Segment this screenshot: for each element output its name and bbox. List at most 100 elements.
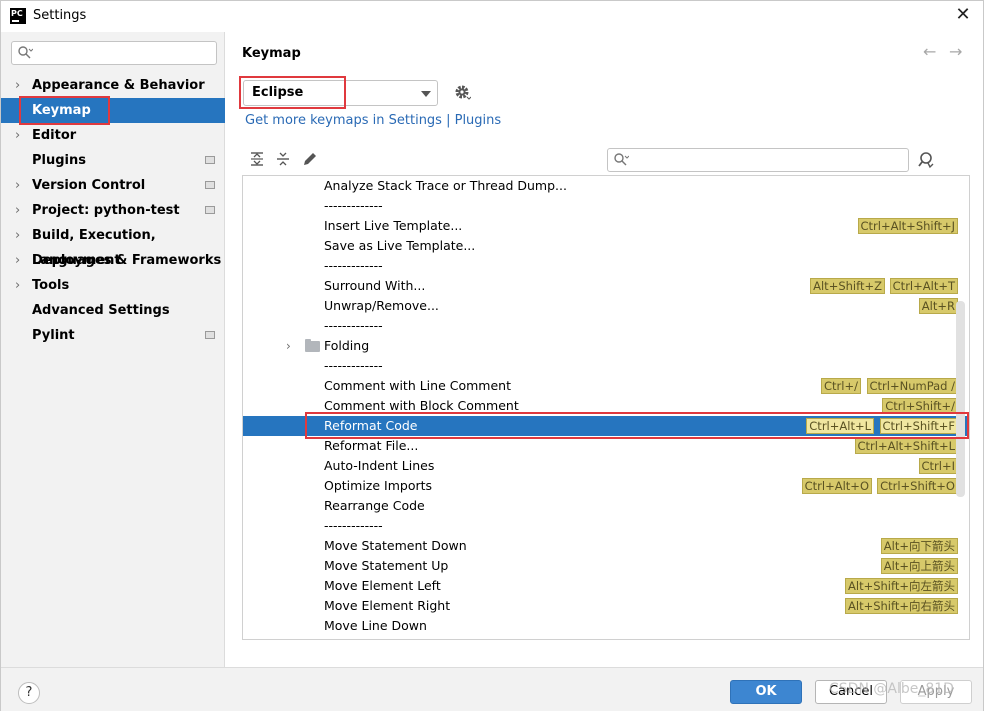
back-arrow-icon[interactable]: ←	[923, 42, 936, 61]
action-row[interactable]: -------------	[243, 516, 969, 536]
chevron-right-icon[interactable]: ›	[15, 198, 20, 223]
help-button[interactable]: ?	[18, 682, 40, 704]
action-row[interactable]: Move Element Right Alt+Shift+向右箭头	[243, 596, 969, 616]
sidebar-item-label: Version Control	[32, 178, 146, 193]
action-label: -------------	[324, 258, 383, 273]
action-row[interactable]: Comment with Line Comment Ctrl+NumPad / Ct…	[243, 376, 969, 396]
tree-folder-row[interactable]: › Folding	[243, 336, 969, 356]
action-row[interactable]: Move Statement Down Alt+向下箭头	[243, 536, 969, 556]
action-row[interactable]: -------------	[243, 356, 969, 376]
keymap-search-input[interactable]	[607, 148, 909, 172]
shortcut-badge: Alt+向下箭头	[880, 538, 958, 554]
action-label: Optimize Imports	[324, 478, 433, 493]
close-icon[interactable]: ✕	[952, 4, 974, 26]
sidebar-item-plugins[interactable]: Plugins	[1, 148, 225, 173]
settings-sidebar: › Appearance & Behavior Keymap › Editor Plugi…	[1, 32, 225, 667]
sidebar-item-label: Tools	[32, 278, 70, 293]
sidebar-item-version-control[interactable]: › Version Control	[1, 173, 225, 198]
action-label: Move Statement Up	[324, 558, 449, 573]
action-row[interactable]: Analyze Stack Trace or Thread Dump...	[243, 176, 969, 196]
pycharm-icon: PC	[10, 8, 26, 24]
chevron-right-icon[interactable]: ›	[15, 173, 20, 198]
chevron-right-icon[interactable]: ›	[15, 123, 20, 148]
shortcut-badge: Ctrl+I	[918, 458, 958, 474]
project-level-icon	[205, 156, 215, 164]
edit-shortcut-icon[interactable]	[301, 150, 319, 168]
sidebar-item-project-python-test[interactable]: › Project: python-test	[1, 198, 225, 223]
chevron-right-icon[interactable]: ›	[15, 73, 20, 98]
get-more-keymaps-link[interactable]: Get more keymaps in Settings | Plugins	[245, 113, 501, 128]
action-row[interactable]: Save as Live Template...	[243, 236, 969, 256]
sidebar-item-editor[interactable]: › Editor	[1, 123, 225, 148]
eclipse-highlight-box	[239, 76, 346, 109]
expand-all-icon[interactable]	[248, 150, 266, 168]
action-row[interactable]: -------------	[243, 316, 969, 336]
sidebar-item-label: Languages & Frameworks	[32, 253, 222, 268]
action-label: Analyze Stack Trace or Thread Dump...	[324, 178, 567, 193]
vertical-scrollbar[interactable]	[956, 301, 965, 497]
shortcut-badge: Ctrl+Alt+O	[801, 478, 872, 494]
sidebar-item-pylint[interactable]: Pylint	[1, 323, 225, 348]
chevron-right-icon[interactable]: ›	[286, 336, 291, 356]
action-row[interactable]: Optimize Imports Ctrl+Shift+O Ctrl+Alt+O	[243, 476, 969, 496]
action-label: Rearrange Code	[324, 498, 425, 513]
shortcut-badge: Alt+Shift+向左箭头	[845, 578, 958, 594]
action-label: -------------	[324, 358, 383, 373]
action-label: Folding	[324, 338, 370, 353]
action-label: -------------	[324, 318, 383, 333]
action-row[interactable]: Move Element Left Alt+Shift+向左箭头	[243, 576, 969, 596]
action-row[interactable]: Auto-Indent Lines Ctrl+I	[243, 456, 969, 476]
sidebar-item-tools[interactable]: › Tools	[1, 273, 225, 298]
shortcut-badge: Ctrl+/	[821, 378, 861, 394]
keymap-actions-tree[interactable]: Analyze Stack Trace or Thread Dump... ---…	[242, 175, 970, 640]
action-row[interactable]: Surround With... Ctrl+Alt+T Alt+Shift+Z	[243, 276, 969, 296]
watermark: CSDN @Albe_81D	[829, 681, 954, 697]
action-row[interactable]: -------------	[243, 256, 969, 276]
find-by-shortcut-icon[interactable]	[917, 150, 937, 170]
action-label: Move Line Down	[324, 618, 427, 633]
chevron-right-icon[interactable]: ›	[15, 248, 20, 273]
action-row[interactable]: Rearrange Code	[243, 496, 969, 516]
sidebar-item-build-execution-deployment[interactable]: › Build, Execution, Deployment	[1, 223, 225, 268]
sidebar-item-label: Pylint	[32, 328, 75, 343]
sidebar-item-advanced-settings[interactable]: Advanced Settings	[1, 298, 225, 323]
ok-button[interactable]: OK	[730, 680, 802, 704]
action-row[interactable]: Move Line Down	[243, 616, 969, 636]
action-row[interactable]: Move Statement Up Alt+向上箭头	[243, 556, 969, 576]
shortcut-badge: Alt+Shift+Z	[810, 278, 885, 294]
action-label: Save as Live Template...	[324, 238, 476, 253]
shortcut-badge: Ctrl+Alt+Shift+J	[857, 218, 958, 234]
shortcut-badge: Ctrl+Alt+Shift+L	[854, 438, 958, 454]
project-level-icon	[205, 331, 215, 339]
action-row[interactable]: Insert Live Template... Ctrl+Alt+Shift+J	[243, 216, 969, 236]
action-row[interactable]: -------------	[243, 196, 969, 216]
page-title: Keymap	[242, 46, 301, 61]
sidebar-item-label: Advanced Settings	[32, 303, 170, 318]
shortcut-badge: Alt+R	[918, 298, 958, 314]
action-label: Move Element Right	[324, 598, 451, 613]
action-row[interactable]: Reformat File... Ctrl+Alt+Shift+L	[243, 436, 969, 456]
action-label: Insert Live Template...	[324, 218, 463, 233]
shortcut-badge: Ctrl+Alt+T	[889, 278, 958, 294]
project-level-icon	[205, 206, 215, 214]
action-row[interactable]: Unwrap/Remove... Alt+R	[243, 296, 969, 316]
sidebar-item-label: Appearance & Behavior	[32, 78, 205, 93]
reformat-code-highlight-box	[305, 412, 969, 439]
shortcut-badge: Alt+向上箭头	[880, 558, 958, 574]
sidebar-item-languages-frameworks[interactable]: › Languages & Frameworks	[1, 248, 225, 273]
search-icon	[18, 46, 33, 59]
sidebar-item-label: Project: python-test	[32, 203, 180, 218]
app-icon-text: PC	[11, 9, 23, 18]
shortcut-badge: Alt+Shift+向右箭头	[845, 598, 958, 614]
shortcut-badge: Ctrl+Shift+O	[877, 478, 958, 494]
chevron-right-icon[interactable]: ›	[15, 273, 20, 298]
sidebar-item-label: Plugins	[32, 153, 86, 168]
action-label: Unwrap/Remove...	[324, 298, 439, 313]
sidebar-search-input[interactable]	[11, 41, 217, 65]
collapse-all-icon[interactable]	[274, 150, 292, 168]
gear-icon[interactable]	[453, 83, 471, 101]
window-title: Settings	[33, 8, 87, 23]
forward-arrow-icon[interactable]: →	[949, 42, 962, 61]
chevron-right-icon[interactable]: ›	[15, 223, 20, 248]
sidebar-item-appearance-behavior[interactable]: › Appearance & Behavior	[1, 73, 225, 98]
